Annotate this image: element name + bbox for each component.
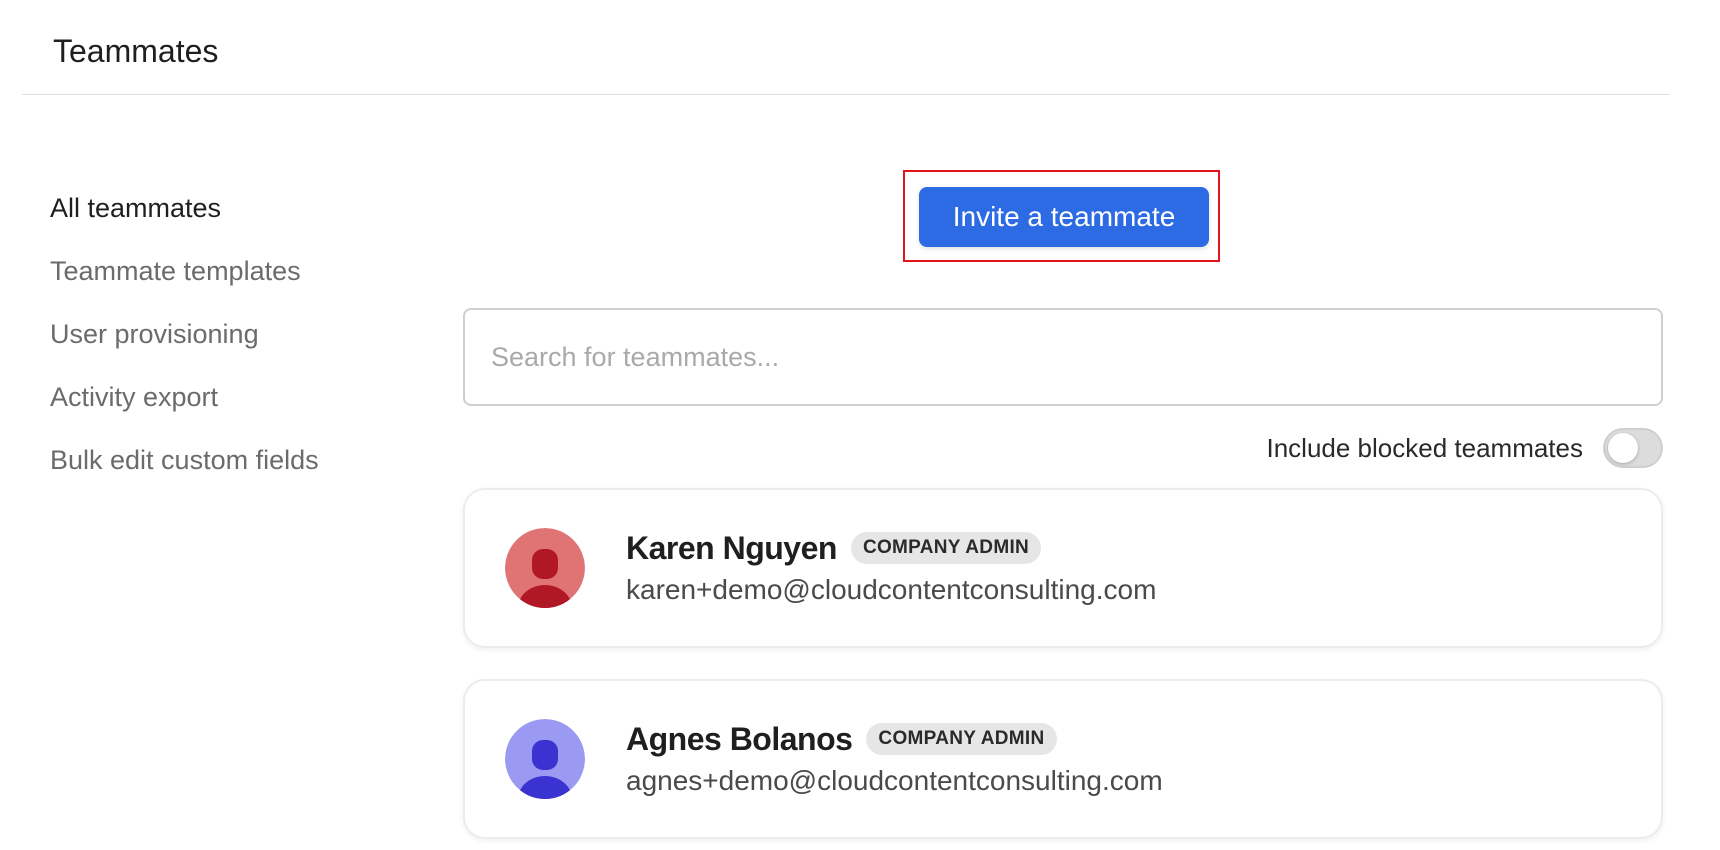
teammate-name-line: Agnes Bolanos COMPANY ADMIN (626, 719, 1057, 759)
sidebar-item-all-teammates[interactable]: All teammates (50, 190, 410, 253)
avatar (505, 528, 585, 608)
sidebar-item-teammate-templates[interactable]: Teammate templates (50, 253, 410, 316)
teammate-email: karen+demo@cloudcontentconsulting.com (626, 574, 1157, 605)
teammate-name: Agnes Bolanos (626, 720, 853, 757)
include-blocked-toggle[interactable] (1603, 428, 1663, 468)
role-badge: COMPANY ADMIN (850, 532, 1042, 564)
include-blocked-label: Include blocked teammates (1266, 432, 1583, 463)
sidebar-item-user-provisioning[interactable]: User provisioning (50, 316, 410, 379)
teammate-email: agnes+demo@cloudcontentconsulting.com (626, 765, 1163, 796)
toggle-knob (1608, 433, 1638, 463)
role-badge: COMPANY ADMIN (866, 723, 1057, 755)
sidebar-item-bulk-edit-custom-fields[interactable]: Bulk edit custom fields (50, 442, 410, 505)
user-silhouette-icon (505, 528, 585, 608)
sidebar-item-activity-export[interactable]: Activity export (50, 379, 410, 442)
page-header: Teammates (22, 0, 1670, 95)
teammate-name-line: Karen Nguyen COMPANY ADMIN (626, 528, 1042, 568)
teammate-card[interactable]: Agnes Bolanos COMPANY ADMIN agnes+demo@c… (463, 679, 1663, 839)
teammate-search-input[interactable] (463, 308, 1663, 406)
avatar (505, 719, 585, 799)
page-title: Teammates (53, 33, 219, 69)
sidebar-nav: All teammates Teammate templates User pr… (50, 190, 410, 505)
include-blocked-filter: Include blocked teammates (1266, 428, 1663, 468)
teammates-page: Teammates All teammates Teammate templat… (0, 0, 1720, 850)
invite-teammate-button[interactable]: Invite a teammate (919, 187, 1209, 247)
user-silhouette-icon (505, 719, 585, 799)
teammate-name: Karen Nguyen (626, 529, 837, 566)
teammate-card[interactable]: Karen Nguyen COMPANY ADMIN karen+demo@cl… (463, 488, 1663, 648)
